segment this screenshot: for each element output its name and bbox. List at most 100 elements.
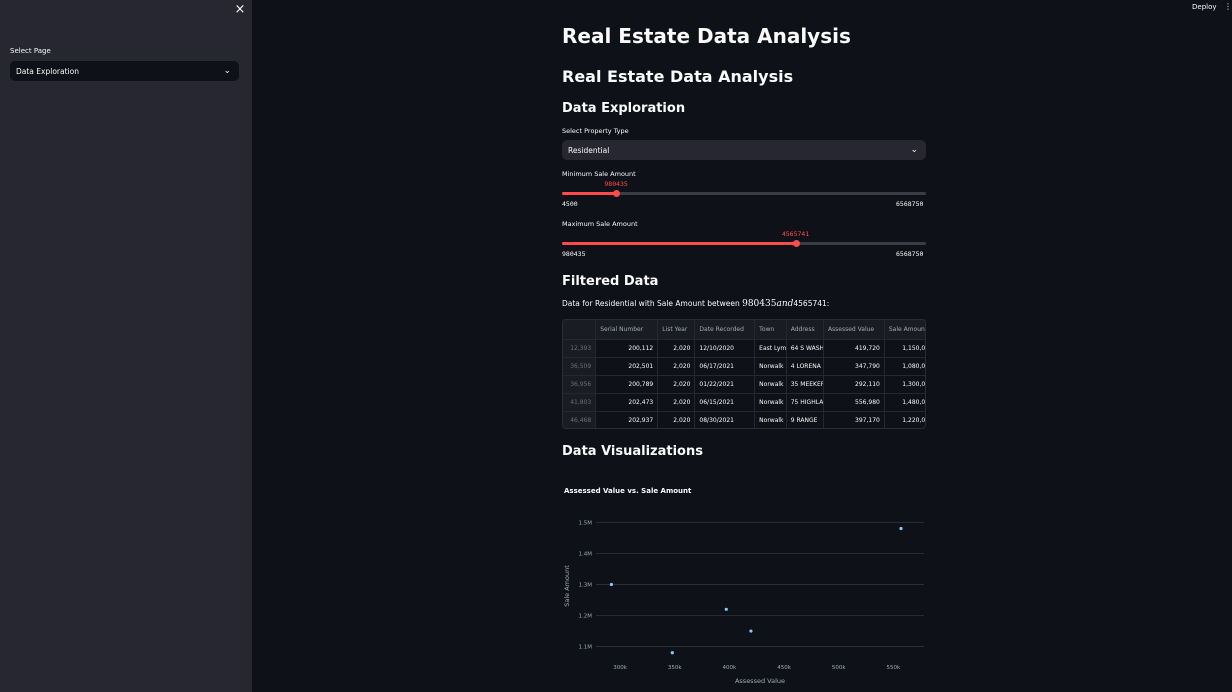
data-point [749,629,753,633]
max-sale-slider[interactable] [562,240,926,247]
table-cell: 202,501 [595,357,659,376]
table-cell: 1,150,000 [884,339,925,358]
page-select[interactable]: Data Exploration ⌄ [10,61,239,81]
table-row[interactable]: 36,956 200,789 2,020 01/22/2021 Norwalk 35 ME… [563,375,925,394]
table-header-cell[interactable]: Assessed Value [823,320,885,340]
deploy-button[interactable]: Deploy [1192,3,1217,11]
row-index: 36,509 [563,357,597,376]
row-index: 46,468 [563,411,597,428]
data-point [899,526,903,531]
filtered-data-heading: Filtered Data [562,274,659,289]
min-slider-range-min: 4500 [562,200,578,208]
table-cell: Norwalk [754,357,787,376]
table-cell: 202,937 [595,411,659,428]
filtered-data-table[interactable]: Serial Number List Year Date Recorded Town A… [562,319,926,429]
x-tick-label: 550k [887,665,901,671]
filter-caption-tail: 4565741: [793,299,830,308]
table-cell: 1,300,000 [884,375,925,394]
max-slider-value: 4565741 [781,230,810,238]
filter-caption-math: 980435and [742,299,793,309]
table-header-cell[interactable]: Address [786,320,824,340]
x-axis-label: Assessed Value [735,677,785,685]
x-tick-label: 300k [613,665,627,671]
table-header-cell[interactable]: Date Recorded [694,320,756,340]
table-row[interactable]: 36,509 202,501 2,020 06/17/2021 Norwalk 4 LOR… [563,357,925,376]
table-header-cell[interactable]: Sale Amount [884,320,925,340]
close-sidebar-icon[interactable]: × [233,3,247,17]
select-page-label: Select Page [10,47,51,55]
row-index: 36,956 [563,375,597,394]
table-cell: 64 S WASHINGTON [786,339,824,358]
table-cell: 2,020 [657,375,696,394]
chart-title: Assessed Value vs. Sale Amount [564,487,692,495]
max-sale-label: Maximum Sale Amount [562,220,638,228]
table-row[interactable]: 46,468 202,937 2,020 08/30/2021 Norwalk 9 RAN… [563,411,925,428]
table-header-cell[interactable]: List Year [657,320,696,340]
sidebar: × Select Page Data Exploration ⌄ [0,0,252,692]
table-cell: 2,020 [657,339,696,358]
y-tick-label: 1.2M [579,614,593,620]
table-cell: 1,080,000 [884,357,925,376]
table-cell: Norwalk [754,393,787,412]
table-header-cell[interactable]: Serial Number [595,320,659,340]
table-cell: 397,170 [823,411,885,428]
y-tick-label: 1.4M [579,551,593,557]
table-cell: 06/15/2021 [694,393,756,412]
table-header-cell[interactable] [563,320,597,340]
table-header-row: Serial Number List Year Date Recorded Town A… [563,320,925,340]
table-cell: Norwalk [754,375,787,394]
y-tick-label: 1.5M [579,520,593,526]
property-type-select[interactable]: Residential ⌄ [562,140,926,160]
filter-caption-prefix: Data for Residential with Sale Amount be… [562,299,743,308]
table-body: 12,393200,1122,02012/10/2020East Lyme64 … [563,339,925,428]
table-cell: 01/22/2021 [694,375,756,394]
min-slider-thumb[interactable] [613,190,621,197]
x-tick-label: 450k [777,665,791,671]
y-axis-label: Sale Amount [563,565,571,607]
max-slider-thumb[interactable] [792,240,800,247]
min-sale-label: Minimum Sale Amount [562,170,636,178]
scatter-chart[interactable]: 1.1M 1.2M 1.3M 1.4M 1.5M 300k 350k 400k 450k 500k… [562,505,926,689]
min-slider-range-max: 6568750 [896,200,924,208]
table-row[interactable]: 41,803 202,473 2,020 06/15/2021 Norwalk 75 HI… [563,393,925,412]
table-cell: 556,980 [823,393,885,412]
table-cell: East Lyme [754,339,787,358]
table-cell: 2,020 [657,411,696,428]
table-cell: 200,112 [595,339,659,358]
table-cell: 35 MEEKER [786,375,824,394]
table-cell: 12/10/2020 [694,339,756,358]
table-cell: 06/17/2021 [694,357,756,376]
max-slider-range-max: 6568750 [896,250,924,258]
page-select-value: Data Exploration [16,66,79,76]
min-sale-slider[interactable] [562,190,926,197]
x-tick-label: 400k [723,665,737,671]
table-header-cell[interactable]: Town [754,320,787,340]
page-subtitle: Real Estate Data Analysis [562,67,794,86]
row-index: 12,393 [563,339,597,358]
table-cell: Norwalk [754,411,787,428]
table-row[interactable]: 12,393200,1122,02012/10/2020East Lyme64 … [563,339,925,358]
y-tick-label: 1.1M [579,645,593,651]
filter-caption-math-min: 980435 [742,299,777,309]
table-cell: 2,020 [657,393,696,412]
main-menu-icon[interactable]: ⋮ [1224,3,1232,11]
table-cell: 419,720 [823,339,885,358]
chevron-down-icon: ⌄ [910,144,918,155]
table-cell: 200,789 [595,375,659,394]
data-point [670,651,674,655]
table-cell: 2,020 [657,357,696,376]
data-point [609,582,614,587]
property-type-label: Select Property Type [562,127,629,135]
property-type-value: Residential [568,145,610,155]
max-slider-fill [562,242,796,245]
min-slider-value: 980435 [604,180,628,188]
table-cell: 292,110 [823,375,885,394]
table-cell: 202,473 [595,393,659,412]
table-cell: 9 RANGE [786,411,824,428]
page-title: Real Estate Data Analysis [562,24,851,48]
table-cell: 1,220,000 [884,411,925,428]
chevron-down-icon: ⌄ [223,65,231,76]
x-tick-label: 350k [668,665,682,671]
min-slider-fill [562,192,617,195]
filter-caption: Data for Residential with Sale Amount be… [562,299,829,309]
